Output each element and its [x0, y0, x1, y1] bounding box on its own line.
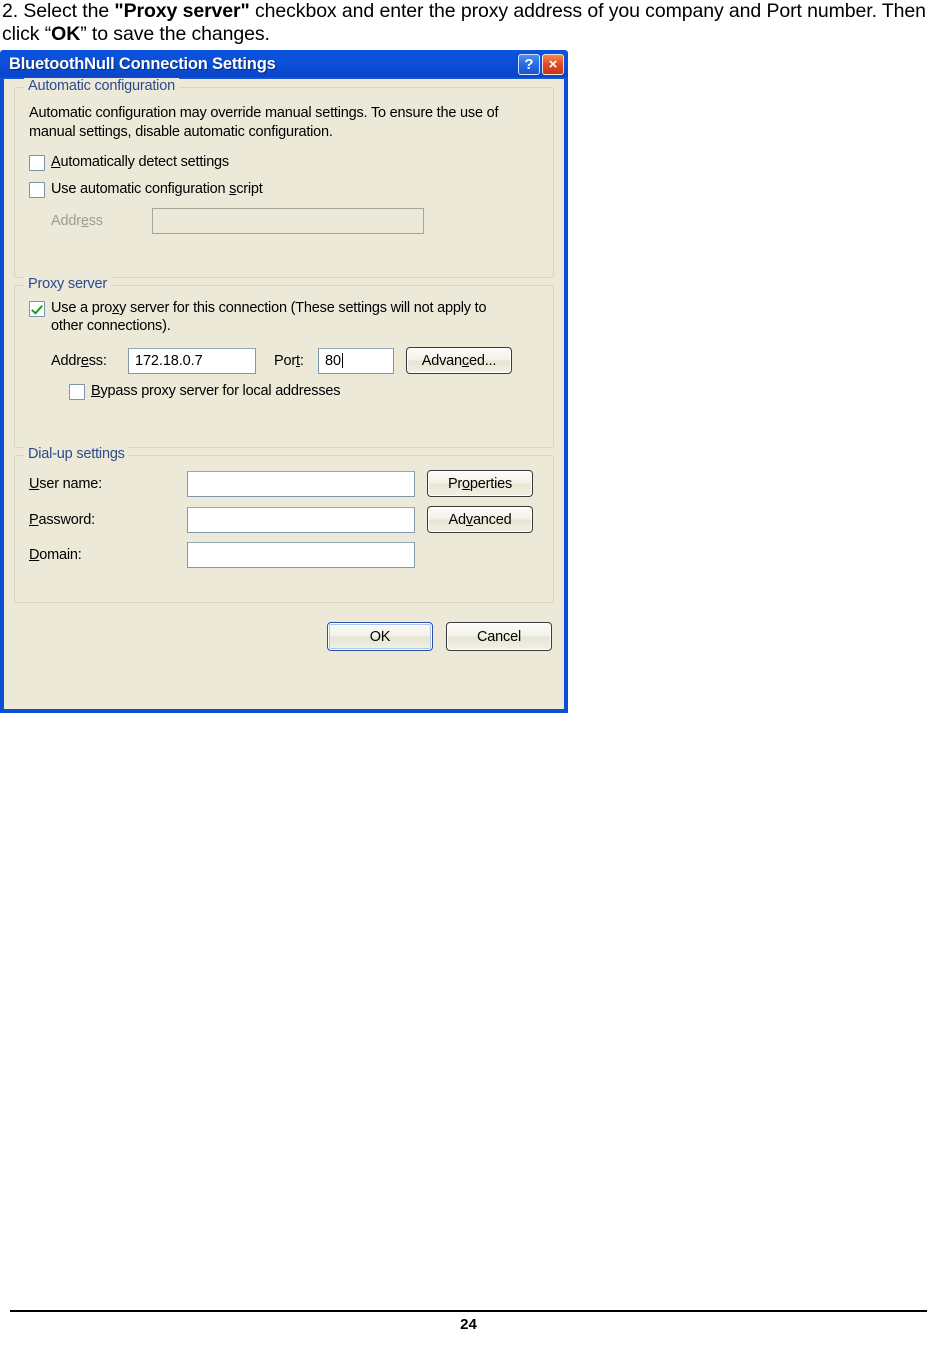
domain-label: Domain: [29, 547, 187, 563]
proxy-server-group: Proxy server Use a proxy server for this… [14, 276, 554, 448]
bypass-proxy-row[interactable]: Bypass proxy server for local addresses [69, 383, 539, 401]
auto-config-address-row: Address [51, 208, 539, 234]
footer-divider [10, 1310, 927, 1312]
proxy-address-label: Address: [51, 353, 128, 369]
btn-post: ed... [468, 352, 497, 369]
auto-detect-settings-row[interactable]: Automatically detect settings [29, 154, 539, 172]
username-label: User name: [29, 476, 187, 492]
lbl-post: ypass proxy server for local addresses [100, 383, 341, 399]
dialog-title: BluetoothNull Connection Settings [9, 55, 276, 73]
auto-config-script-checkbox[interactable] [29, 181, 45, 198]
username-row: User name: Pr o perties [29, 470, 539, 497]
lbl-pre: Addr [51, 213, 81, 229]
lbl-pre: Addr [51, 352, 81, 369]
proxy-advanced-button[interactable]: Advan c ed... [406, 347, 512, 374]
bypass-proxy-checkbox[interactable] [69, 384, 85, 400]
lbl-post: : [299, 352, 304, 369]
auto-config-script-row[interactable]: Use automatic configuration script [29, 181, 539, 199]
dialog-footer: OK Cancel [14, 610, 554, 651]
proxy-address-input[interactable]: 172.18.0.7 [128, 347, 256, 374]
btn-pre: Advan [421, 352, 462, 369]
lbl-accel: e [80, 213, 89, 229]
password-input[interactable] [187, 506, 415, 533]
ok-button[interactable]: OK [327, 622, 433, 651]
connection-settings-dialog: BluetoothNull Connection Settings ? × Au… [0, 50, 568, 713]
window-controls: ? × [518, 54, 564, 75]
instruction-prefix: 2. Select the [2, 0, 115, 22]
bypass-proxy-label: Bypass proxy server for local addresses [91, 383, 340, 401]
use-proxy-server-checkbox[interactable] [29, 301, 45, 317]
dialup-settings-legend: Dial-up settings [24, 446, 129, 462]
lbl-post: assword: [38, 511, 95, 528]
password-row: Password: Ad v anced [29, 506, 539, 533]
automatic-configuration-description: Automatic configuration may override man… [29, 105, 499, 140]
lbl-post: cript [236, 180, 263, 197]
proxy-port-value: 80 [325, 352, 341, 369]
close-icon[interactable]: × [542, 54, 564, 75]
lbl-pre: Use automatic configuration [51, 180, 230, 197]
proxy-server-legend: Proxy server [24, 276, 111, 292]
lbl-post: ss: [88, 352, 107, 369]
lbl-accel: U [29, 475, 40, 492]
btn-pre: Ad [448, 511, 467, 528]
btn-post: anced [472, 511, 512, 528]
instruction-suffix: ” to save the changes. [80, 23, 270, 45]
lbl-post: ss [88, 213, 103, 229]
proxy-address-port-row: Address: 172.18.0.7 Port: 80 Advan c ed... [51, 347, 539, 374]
password-label: Password: [29, 512, 187, 528]
page-number: 24 [460, 1316, 477, 1333]
domain-input[interactable] [187, 542, 415, 568]
dialup-advanced-button[interactable]: Ad v anced [427, 506, 533, 533]
dialup-settings-group: Dial-up settings User name: Pr o perties P… [14, 446, 554, 603]
btn-post: perties [469, 475, 513, 492]
help-icon[interactable]: ? [518, 54, 540, 75]
lbl-post: ser name: [39, 475, 102, 492]
automatic-configuration-group: Automatic configuration Automatic config… [14, 78, 554, 278]
btn-accel: c [461, 352, 469, 369]
auto-detect-settings-checkbox[interactable] [29, 155, 45, 171]
lbl-post: utomatically detect settings [60, 154, 229, 170]
dialog-title-bar[interactable]: BluetoothNull Connection Settings ? × [0, 50, 568, 79]
auto-config-address-label: Address [51, 213, 152, 229]
username-input[interactable] [187, 470, 415, 497]
text-caret [341, 353, 343, 368]
proxy-port-label: Port: [274, 353, 318, 369]
lbl-pre: Por [274, 352, 296, 369]
automatic-configuration-legend: Automatic configuration [24, 78, 179, 94]
instruction-bold-proxy-server: "Proxy server" [114, 0, 250, 22]
lbl-post: omain: [39, 547, 82, 563]
lbl-accel: e [80, 352, 89, 369]
cancel-button[interactable]: Cancel [446, 622, 552, 651]
dialup-properties-button[interactable]: Pr o perties [427, 470, 533, 497]
auto-config-address-input[interactable] [152, 208, 424, 234]
proxy-port-input[interactable]: 80 [318, 347, 394, 374]
auto-config-script-label: Use automatic configuration script [51, 181, 263, 199]
domain-row: Domain: [29, 542, 539, 568]
lbl-accel: D [29, 547, 40, 563]
lbl-pre: Use a pro [51, 300, 113, 316]
btn-accel: v [465, 511, 473, 528]
use-proxy-server-row[interactable]: Use a proxy server for this connection (… [29, 300, 539, 335]
dialog-body: Automatic configuration Automatic config… [0, 78, 568, 713]
instruction-paragraph: 2. Select the "Proxy server" checkbox an… [2, 0, 935, 46]
use-proxy-server-label: Use a proxy server for this connection (… [51, 300, 519, 335]
btn-pre: Pr [447, 475, 463, 492]
auto-detect-settings-label: Automatically detect settings [51, 154, 229, 172]
btn-accel: o [462, 475, 470, 492]
instruction-bold-ok: OK [51, 23, 81, 45]
